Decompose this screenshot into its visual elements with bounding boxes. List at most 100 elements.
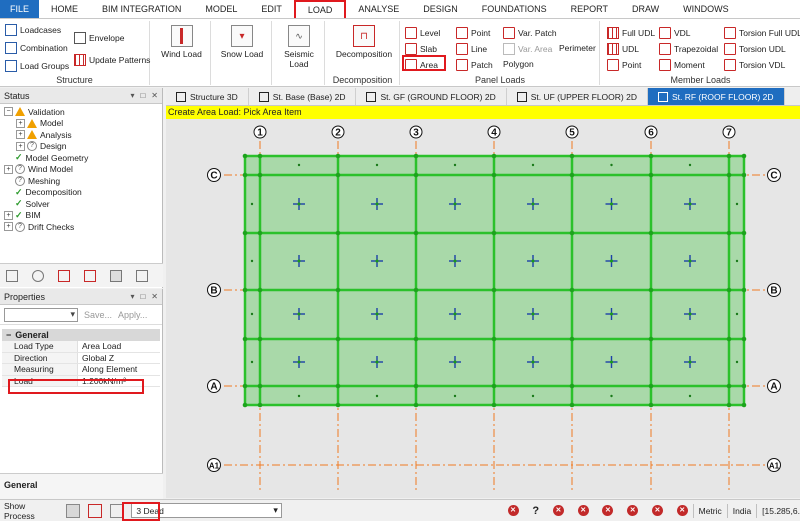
menu-draw[interactable]: DRAW bbox=[620, 0, 671, 18]
status-tree-item[interactable]: ✓ Decomposition bbox=[0, 187, 162, 199]
menu-file[interactable]: FILE bbox=[0, 0, 40, 18]
close-icon[interactable]: ✕ bbox=[151, 91, 158, 100]
status-tree-item[interactable]: ✓ Model Geometry bbox=[0, 152, 162, 164]
node[interactable] bbox=[413, 336, 419, 342]
apply-button[interactable]: Apply... bbox=[118, 310, 147, 320]
slab-load-button[interactable]: Slab bbox=[405, 43, 437, 55]
trapezoidal-button[interactable]: Trapezoidal bbox=[659, 43, 718, 55]
load-icon[interactable] bbox=[110, 269, 122, 282]
menu-edit[interactable]: EDIT bbox=[249, 0, 294, 18]
property-row[interactable]: Load Type Area Load bbox=[2, 341, 160, 353]
menu-bim-integration[interactable]: BIM INTEGRATION bbox=[90, 0, 193, 18]
status-tree-item[interactable]: +? Drift Checks bbox=[0, 221, 162, 233]
menu-report[interactable]: REPORT bbox=[559, 0, 620, 18]
node[interactable] bbox=[413, 153, 419, 159]
node[interactable] bbox=[242, 336, 248, 342]
var-patch-button[interactable]: Var. Patch bbox=[503, 27, 557, 39]
menu-analyse[interactable]: ANALYSE bbox=[346, 0, 411, 18]
decomposition-button[interactable]: ⊓ Decomposition bbox=[334, 25, 394, 59]
node[interactable] bbox=[648, 172, 654, 178]
error-icon-4[interactable]: ✕ bbox=[602, 505, 614, 516]
node[interactable] bbox=[257, 287, 263, 293]
expander-icon[interactable]: + bbox=[4, 164, 13, 174]
error-icon-6[interactable]: ✕ bbox=[651, 505, 663, 516]
node[interactable] bbox=[569, 336, 575, 342]
node[interactable] bbox=[569, 230, 575, 236]
view-tab[interactable]: St. UF (UPPER FLOOR) 2D bbox=[507, 88, 648, 105]
torsion-vdl-button[interactable]: Torsion VDL bbox=[724, 59, 785, 71]
floor-plan-icon[interactable] bbox=[6, 269, 18, 282]
node[interactable] bbox=[242, 230, 248, 236]
status-tree-item[interactable]: − Validation bbox=[0, 106, 162, 118]
status-tree-item[interactable]: ? Meshing bbox=[0, 175, 162, 187]
node[interactable] bbox=[569, 402, 575, 408]
menu-foundations[interactable]: FOUNDATIONS bbox=[470, 0, 559, 18]
node[interactable] bbox=[242, 287, 248, 293]
line-load-button[interactable]: Line bbox=[456, 43, 487, 55]
snow-load-button[interactable]: ▾ Snow Load bbox=[217, 25, 267, 59]
general-group-header[interactable]: − General bbox=[2, 329, 160, 341]
node[interactable] bbox=[726, 172, 732, 178]
frame-view-icon[interactable] bbox=[87, 503, 102, 518]
node[interactable] bbox=[648, 402, 654, 408]
node[interactable] bbox=[741, 402, 747, 408]
torsion-udl-button[interactable]: Torsion UDL bbox=[724, 43, 786, 55]
node[interactable] bbox=[335, 172, 341, 178]
node[interactable] bbox=[491, 230, 497, 236]
node[interactable] bbox=[726, 287, 732, 293]
polygon-load-button[interactable]: Polygon bbox=[503, 59, 534, 69]
udl-button[interactable]: UDL bbox=[607, 43, 639, 55]
node[interactable] bbox=[741, 153, 747, 159]
section-icon[interactable] bbox=[136, 269, 148, 282]
node[interactable] bbox=[257, 336, 263, 342]
menu-load[interactable]: LOAD bbox=[293, 0, 347, 18]
error-icon-1[interactable]: ✕ bbox=[507, 505, 519, 516]
patch-load-button[interactable]: Patch bbox=[456, 59, 493, 71]
node[interactable] bbox=[648, 287, 654, 293]
property-value[interactable]: Along Element bbox=[78, 364, 137, 375]
menu-home[interactable]: HOME bbox=[39, 0, 90, 18]
node[interactable] bbox=[741, 172, 747, 178]
expander-icon[interactable]: + bbox=[16, 141, 25, 151]
node[interactable] bbox=[491, 402, 497, 408]
pin-icon[interactable]: ▾ bbox=[130, 91, 134, 100]
member-point-button[interactable]: Point bbox=[607, 59, 641, 71]
node[interactable] bbox=[242, 402, 248, 408]
update-patterns-button[interactable]: Update Patterns bbox=[74, 54, 150, 66]
loadcases-button[interactable]: Loadcases bbox=[5, 24, 61, 36]
structure-plan[interactable]: 1 2 3 4 5 6 7 C C B B A A A1 A1 bbox=[166, 119, 800, 498]
status-tree-item[interactable]: +? Design bbox=[0, 141, 162, 153]
node[interactable] bbox=[569, 287, 575, 293]
column-icon[interactable] bbox=[84, 269, 96, 282]
expander-icon[interactable]: + bbox=[16, 130, 25, 140]
expander-icon[interactable]: − bbox=[4, 107, 13, 117]
node[interactable] bbox=[242, 153, 248, 159]
view-tab[interactable]: St. RF (ROOF FLOOR) 2D bbox=[647, 88, 785, 105]
node[interactable] bbox=[726, 153, 732, 159]
point-load-button[interactable]: Point bbox=[456, 27, 490, 39]
node[interactable] bbox=[726, 230, 732, 236]
seismic-load-button[interactable]: ∿ Seismic Load bbox=[276, 25, 322, 69]
node[interactable] bbox=[413, 287, 419, 293]
frame-icon[interactable] bbox=[58, 269, 70, 282]
torsion-full-udl-button[interactable]: Torsion Full UDL bbox=[724, 27, 800, 39]
error-icon-2[interactable]: ✕ bbox=[552, 505, 564, 516]
view-tab[interactable]: St. Base (Base) 2D bbox=[249, 88, 357, 105]
var-area-button[interactable]: Var. Area bbox=[503, 43, 552, 55]
node[interactable] bbox=[741, 336, 747, 342]
help-icon[interactable]: ? bbox=[532, 505, 539, 517]
node[interactable] bbox=[257, 172, 263, 178]
node[interactable] bbox=[741, 230, 747, 236]
maximize-icon[interactable]: □ bbox=[140, 91, 145, 100]
node[interactable] bbox=[569, 172, 575, 178]
node[interactable] bbox=[491, 336, 497, 342]
node[interactable] bbox=[242, 383, 248, 389]
node[interactable] bbox=[242, 172, 248, 178]
node[interactable] bbox=[335, 153, 341, 159]
property-value[interactable]: Global Z bbox=[78, 353, 114, 364]
node[interactable] bbox=[335, 383, 341, 389]
envelope-button[interactable]: Envelope bbox=[74, 32, 124, 44]
node[interactable] bbox=[648, 153, 654, 159]
expander-icon[interactable]: + bbox=[4, 222, 13, 232]
wind-load-button[interactable]: Wind Load bbox=[159, 25, 204, 59]
